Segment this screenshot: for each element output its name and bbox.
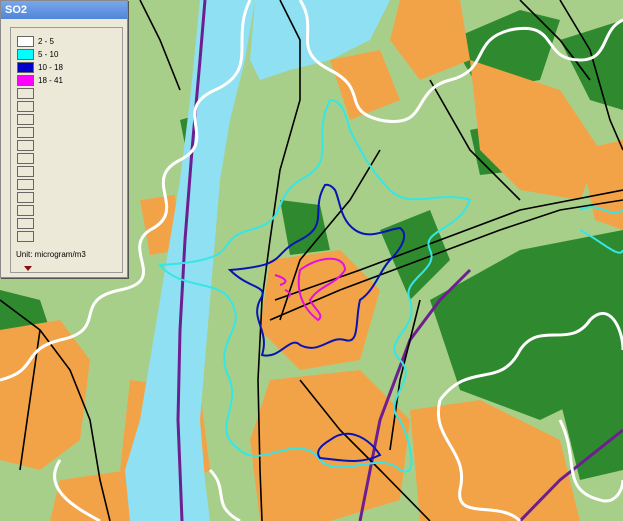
legend-swatch-empty [17,166,34,177]
legend-empty-row[interactable] [17,205,38,217]
legend-label: 2 - 5 [38,37,55,46]
legend-empty-row[interactable] [17,192,38,204]
legend-item-10-18[interactable]: 10 - 18 [17,62,63,74]
legend-window[interactable]: SO2 2 - 5 5 - 10 10 - 18 18 - 41 Unit: m… [0,0,128,278]
unit-label: Unit: microgram/m3 [16,250,86,259]
legend-swatch-empty [17,218,34,229]
legend-empty-row[interactable] [17,140,38,152]
legend-body: 2 - 5 5 - 10 10 - 18 18 - 41 Unit: micro… [10,27,123,273]
legend-item-5-10[interactable]: 5 - 10 [17,49,58,61]
down-arrow-icon[interactable] [24,266,32,271]
legend-empty-row[interactable] [17,114,38,126]
legend-label: 10 - 18 [38,63,63,72]
legend-title: SO2 [1,1,127,19]
legend-swatch-blue [17,62,34,73]
legend-label: 5 - 10 [38,50,59,59]
legend-swatch-empty [17,153,34,164]
legend-empty-row[interactable] [17,231,38,243]
legend-swatch-empty [17,140,34,151]
legend-item-2-5[interactable]: 2 - 5 [17,36,54,48]
legend-item-18-41[interactable]: 18 - 41 [17,75,63,87]
legend-empty-row[interactable] [17,88,38,100]
legend-swatch-empty [17,114,34,125]
legend-swatch-empty [17,192,34,203]
legend-swatch-empty [17,88,34,99]
legend-swatch-empty [17,231,34,242]
legend-label: 18 - 41 [38,76,63,85]
legend-swatch-cyan [17,49,34,60]
legend-swatch-white [17,36,34,47]
legend-swatch-empty [17,179,34,190]
legend-swatch-empty [17,101,34,112]
legend-swatch-empty [17,205,34,216]
legend-empty-row[interactable] [17,101,38,113]
legend-empty-row[interactable] [17,166,38,178]
legend-swatch-magenta [17,75,34,86]
legend-empty-row[interactable] [17,179,38,191]
legend-empty-row[interactable] [17,127,38,139]
legend-empty-row[interactable] [17,218,38,230]
legend-empty-row[interactable] [17,153,38,165]
legend-swatch-empty [17,127,34,138]
